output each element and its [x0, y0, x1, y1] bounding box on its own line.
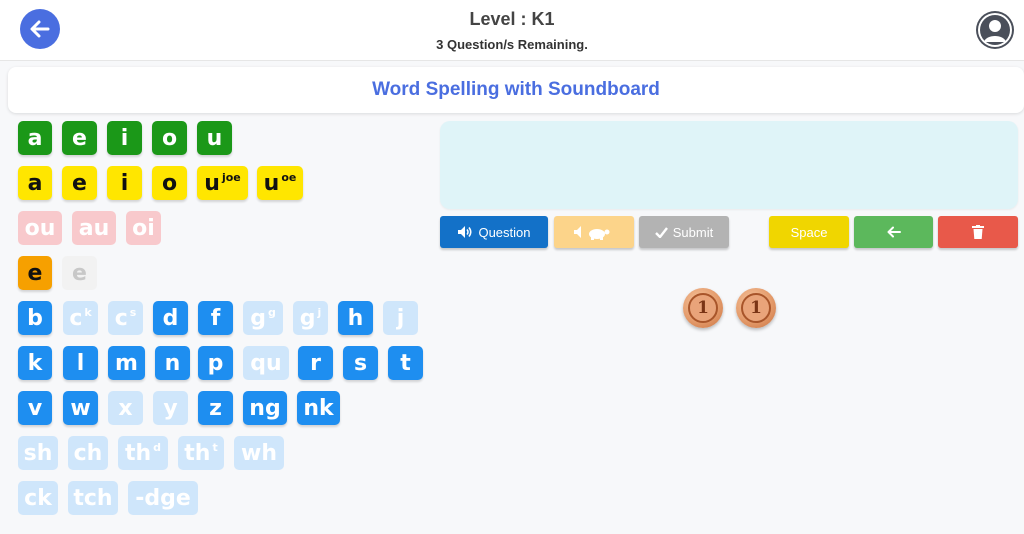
level-title: Level : K1: [469, 9, 555, 29]
tile-th-t: th t: [178, 436, 224, 470]
tile-t[interactable]: t: [388, 346, 423, 380]
tile-superscript: j: [317, 305, 322, 319]
speaker-turtle-icon: [573, 226, 609, 240]
tile-r[interactable]: r: [298, 346, 333, 380]
tile-superscript: k: [84, 305, 92, 319]
tile-b[interactable]: b: [18, 301, 52, 335]
tile-p[interactable]: p: [198, 346, 233, 380]
tile-j: j: [383, 301, 418, 335]
tile-long-u-oe[interactable]: u oe: [257, 166, 303, 200]
tile-letter: u: [263, 170, 280, 196]
tile-letter: th: [184, 440, 211, 466]
tile-superscript: g: [267, 305, 276, 319]
tile-letter: g: [299, 305, 316, 331]
tile-dge: -dge: [128, 481, 198, 515]
question-button[interactable]: Question: [440, 216, 548, 248]
tile-superscript: oe: [281, 170, 297, 184]
tile-c-s: cs: [108, 301, 143, 335]
slow-audio-button[interactable]: [554, 216, 634, 248]
tile-schwa-e-disabled: e: [62, 256, 97, 290]
tile-letter: g: [250, 305, 266, 331]
tile-long-i[interactable]: i: [107, 166, 142, 200]
tile-g-g: gg: [243, 301, 283, 335]
questions-remaining: 3 Question/s Remaining.: [436, 37, 588, 52]
submit-label: Submit: [672, 224, 714, 240]
backspace-button[interactable]: [854, 216, 933, 248]
tile-long-a[interactable]: a: [18, 166, 52, 200]
tile-v[interactable]: v: [18, 391, 52, 425]
check-icon: [654, 226, 668, 238]
tile-superscript: s: [129, 305, 137, 319]
tile-sh: sh: [18, 436, 58, 470]
coin-icon: 1: [736, 288, 776, 328]
tile-oi: oi: [126, 211, 161, 245]
tile-d[interactable]: d: [153, 301, 188, 335]
tile-tch: tch: [68, 481, 118, 515]
coin-value: 1: [741, 293, 771, 323]
tile-short-a[interactable]: a: [18, 121, 52, 155]
arrow-left-icon: [887, 226, 901, 238]
tile-letter: c: [69, 305, 83, 331]
tile-n[interactable]: n: [155, 346, 190, 380]
space-label: Space: [790, 224, 828, 240]
tile-wh: wh: [234, 436, 284, 470]
tile-short-o[interactable]: o: [152, 121, 187, 155]
coin-value: 1: [688, 293, 718, 323]
tile-x: x: [108, 391, 143, 425]
tile-nk[interactable]: nk: [297, 391, 340, 425]
tile-letter: th: [124, 440, 152, 466]
tile-l[interactable]: l: [63, 346, 98, 380]
tile-letter: u: [204, 170, 220, 196]
submit-button[interactable]: Submit: [639, 216, 729, 248]
tile-superscript: joe: [221, 170, 241, 184]
trash-icon: [972, 225, 984, 239]
space-button[interactable]: Space: [769, 216, 849, 248]
tile-m[interactable]: m: [108, 346, 145, 380]
tile-k[interactable]: k: [18, 346, 52, 380]
tile-w[interactable]: w: [63, 391, 98, 425]
tile-au: au: [72, 211, 116, 245]
answer-box[interactable]: [440, 121, 1018, 209]
tile-g-j: gj: [293, 301, 328, 335]
tile-th-d: th d: [118, 436, 168, 470]
tile-letter: c: [114, 305, 128, 331]
tile-ch: ch: [68, 436, 108, 470]
user-avatar-icon: [978, 13, 1012, 47]
tile-ng[interactable]: ng: [243, 391, 287, 425]
tile-c-k: ck: [63, 301, 98, 335]
tile-superscript: d: [153, 440, 162, 454]
tile-h[interactable]: h: [338, 301, 373, 335]
coin-icon: 1: [683, 288, 723, 328]
tile-long-e[interactable]: e: [62, 166, 97, 200]
tile-short-e[interactable]: e: [62, 121, 97, 155]
tile-long-o[interactable]: o: [152, 166, 187, 200]
tile-superscript: t: [212, 440, 218, 454]
tile-schwa-e[interactable]: e: [18, 256, 52, 290]
profile-button[interactable]: [976, 11, 1014, 49]
delete-button[interactable]: [938, 216, 1018, 248]
top-bar: Level : K1 3 Question/s Remaining.: [0, 0, 1024, 61]
activity-title: Word Spelling with Soundboard: [8, 67, 1024, 113]
tile-long-u-joe[interactable]: u joe: [197, 166, 248, 200]
tile-short-u[interactable]: u: [197, 121, 232, 155]
tile-ou: ou: [18, 211, 62, 245]
tile-short-i[interactable]: i: [107, 121, 142, 155]
tile-ck: ck: [18, 481, 58, 515]
tile-s[interactable]: s: [343, 346, 378, 380]
tile-qu: qu: [243, 346, 289, 380]
tile-z[interactable]: z: [198, 391, 233, 425]
tile-f[interactable]: f: [198, 301, 233, 335]
speaker-icon: [458, 226, 472, 238]
tile-y: y: [153, 391, 188, 425]
question-label: Question: [478, 224, 531, 240]
